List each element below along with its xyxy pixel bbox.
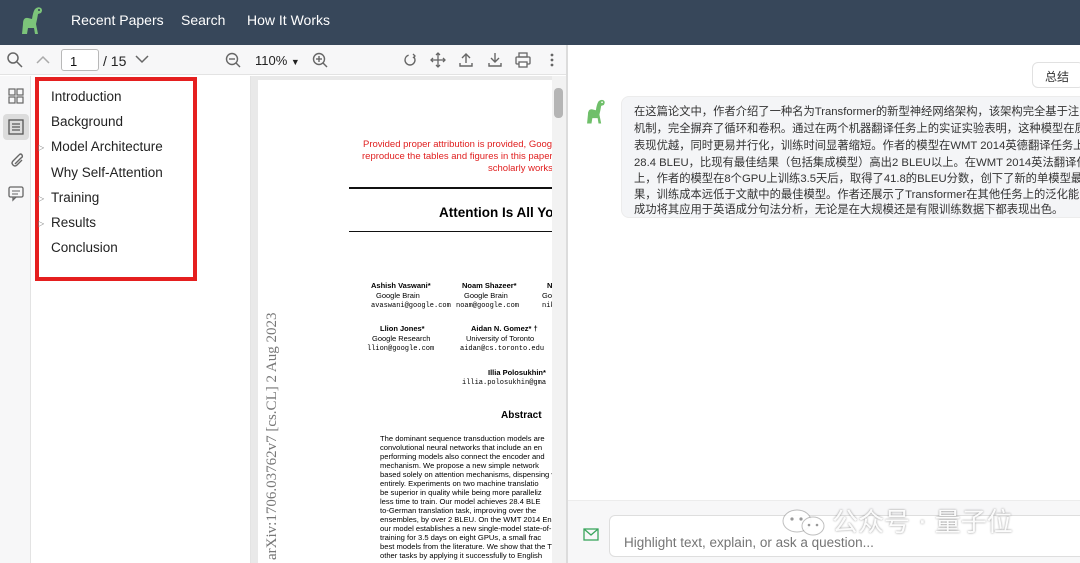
zoom-in-icon[interactable] — [311, 51, 329, 69]
abstract-line: to-German translation task, improving ov… — [380, 506, 537, 515]
author-name: Ashish Vaswani* — [371, 281, 431, 290]
author-email: illia.polosukhin@gma — [462, 379, 547, 387]
attribution-line: scholarly works — [488, 163, 553, 174]
author-name: Noam Shazeer* — [462, 281, 517, 290]
abstract-line: based solely on attention mechanisms, di… — [380, 470, 556, 479]
paper-author: Ashish Vaswani* Google Brain avaswani@go… — [371, 281, 451, 311]
abstract-line: be superior in quality while being more … — [380, 488, 542, 497]
expand-triangle-icon[interactable]: ▷ — [38, 219, 44, 228]
nav-how-it-works[interactable]: How It Works — [247, 12, 330, 28]
abstract-line: training for 3.5 days on eight GPUs, a s… — [380, 533, 542, 542]
author-affiliation: University of Toronto — [466, 334, 535, 343]
author-affiliation: Google Brain — [376, 291, 420, 300]
author-email: aidan@cs.toronto.edu — [460, 345, 545, 353]
expand-triangle-icon[interactable]: ▷ — [38, 194, 44, 203]
author-affiliation: Google Brain — [464, 291, 508, 300]
app-root: Recent Papers Search How It Works / 15 1… — [0, 0, 1080, 563]
search-icon[interactable] — [6, 51, 24, 69]
outline-item-results[interactable]: Results — [51, 215, 96, 230]
pdf-scrollbar-thumb[interactable] — [554, 88, 563, 118]
attribution-line: Provided proper attribution is provided,… — [363, 139, 553, 150]
paper-author: Noam Shazeer* Google Brain noam@google.c… — [456, 281, 519, 311]
abstract-line: best models from the literature. We show… — [380, 542, 552, 551]
message-line: 上，作者的模型在8个GPU上训练3.5天后，取得了41.8的BLEU分数，创下了… — [634, 173, 1080, 185]
dinosaur-avatar-icon — [587, 99, 605, 124]
summary-button[interactable]: 总结 — [1032, 62, 1080, 88]
move-icon[interactable] — [429, 51, 447, 69]
dinosaur-logo-icon[interactable] — [14, 4, 48, 38]
upload-icon[interactable] — [457, 51, 475, 69]
outline-item-training[interactable]: Training — [51, 190, 99, 205]
title-rule-bottom — [349, 231, 553, 232]
watermark-text: 公众号 · 量子位 — [832, 508, 1013, 538]
arxiv-identifier: arXiv:1706.03762v7 [cs.CL] 2 Aug 2023 — [264, 312, 280, 560]
caret-down-icon: ▼ — [290, 57, 300, 67]
zoom-select[interactable]: 110% ▼ — [255, 53, 300, 68]
author-email: avaswani@google.com — [371, 302, 451, 310]
more-options-icon[interactable] — [543, 51, 561, 69]
zoom-out-icon[interactable] — [224, 51, 242, 69]
outline-icon[interactable] — [6, 117, 26, 137]
paper-author: Llion Jones* Google Research llion@googl… — [367, 324, 434, 354]
abstract-line: ensembles, by over 2 BLEU. On the WMT 20… — [380, 515, 552, 524]
rotate-icon[interactable] — [401, 51, 419, 69]
abstract-line: less time to train. Our model achieves 2… — [380, 497, 541, 506]
message-line: 机制，完全摒弃了循环和卷积。通过在两个机器翻译任务上的实证实验表明，这种模型在质… — [634, 123, 1080, 135]
top-nav-bar: Recent Papers Search How It Works — [0, 0, 1080, 45]
nav-search[interactable]: Search — [181, 12, 225, 28]
chevron-down-icon[interactable] — [133, 50, 151, 68]
author-name: Illia Polosukhin* — [488, 368, 546, 377]
comment-icon[interactable] — [6, 183, 26, 203]
zoom-value: 110% — [255, 53, 288, 68]
message-line: 表现优越，同时更易并行化，训练时间显著缩短。作者的模型在WMT 2014英德翻译… — [634, 140, 1080, 152]
nav-recent-papers[interactable]: Recent Papers — [71, 12, 164, 28]
pdf-scrollbar[interactable] — [552, 76, 566, 563]
page-total: / 15 — [103, 53, 127, 69]
outline-item-model-architecture[interactable]: Model Architecture — [51, 139, 163, 154]
title-rule-top — [349, 187, 553, 189]
abstract-heading: Abstract — [501, 410, 542, 421]
outline-item-conclusion[interactable]: Conclusion — [51, 240, 118, 255]
mail-icon[interactable] — [583, 528, 599, 541]
page-number-input[interactable] — [61, 49, 99, 71]
print-icon[interactable] — [514, 51, 532, 69]
author-email: noam@google.com — [456, 302, 520, 310]
abstract-line: other tasks by applying it successfully … — [380, 551, 543, 560]
author-email: llion@google.com — [367, 345, 435, 353]
attribution-line: reproduce the tables and figures in this… — [362, 151, 561, 162]
download-icon[interactable] — [486, 51, 504, 69]
message-line: 28.4 BLEU，比现有最佳结果（包括集成模型）高出2 BLEU以上。在WMT… — [634, 157, 1080, 169]
abstract-line: The dominant sequence transduction model… — [380, 434, 545, 443]
abstract-line: entirely. Experiments on two machine tra… — [380, 479, 539, 488]
chevron-up-icon[interactable] — [34, 51, 52, 69]
paper-author: Aidan N. Gomez* † University of Toronto … — [460, 324, 544, 354]
author-affiliation: Google Research — [372, 334, 431, 343]
author-name: Aidan N. Gomez* † — [471, 324, 538, 333]
message-line: 果，训练成本远低于文献中的最佳模型。作者还展示了Transformer在其他任务… — [634, 189, 1080, 201]
message-line: 成功将其应用于英语成分句法分析，无论是在大规模还是有限训练数据下都表现出色。 — [634, 204, 1064, 216]
thumbnails-icon[interactable] — [6, 86, 26, 106]
abstract-line: our model establishes a new single-model… — [380, 524, 552, 533]
message-line: 在这篇论文中，作者介绍了一种名为Transformer的新型神经网络架构，该架构… — [634, 106, 1080, 118]
author-name: Llion Jones* — [380, 324, 425, 333]
expand-triangle-icon[interactable]: ▷ — [38, 143, 44, 152]
abstract-line: performing models also connect the encod… — [380, 452, 545, 461]
outline-item-introduction[interactable]: Introduction — [51, 89, 122, 104]
paper-author: Illia Polosukhin* illia.polosukhin@gma — [462, 368, 546, 388]
paperclip-icon[interactable] — [6, 150, 26, 170]
outline-item-why-self-attention[interactable]: Why Self-Attention — [51, 165, 163, 180]
abstract-line: convolutional neural networks that inclu… — [380, 443, 543, 452]
outline-item-background[interactable]: Background — [51, 114, 123, 129]
abstract-line: mechanism. We propose a new simple netwo… — [380, 461, 539, 470]
paper-title: Attention Is All Yo — [439, 205, 554, 220]
